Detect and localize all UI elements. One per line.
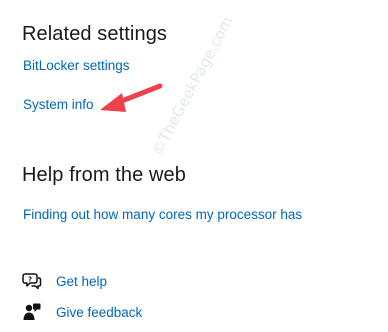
chat-help-icon: ? xyxy=(22,271,42,291)
processor-cores-help-link[interactable]: Finding out how many cores my processor … xyxy=(23,207,302,222)
help-from-web-heading: Help from the web xyxy=(22,164,186,186)
get-help-action[interactable]: ? Get help xyxy=(22,271,107,291)
give-feedback-action[interactable]: Give feedback xyxy=(22,302,142,322)
give-feedback-label[interactable]: Give feedback xyxy=(56,305,142,320)
feedback-icon xyxy=(22,302,42,322)
bitlocker-settings-link[interactable]: BitLocker settings xyxy=(23,58,130,73)
related-settings-heading: Related settings xyxy=(22,23,168,45)
get-help-label[interactable]: Get help xyxy=(56,274,107,289)
svg-text:?: ? xyxy=(28,276,32,284)
system-info-link[interactable]: System info xyxy=(23,97,94,112)
annotation-arrow xyxy=(100,83,163,112)
